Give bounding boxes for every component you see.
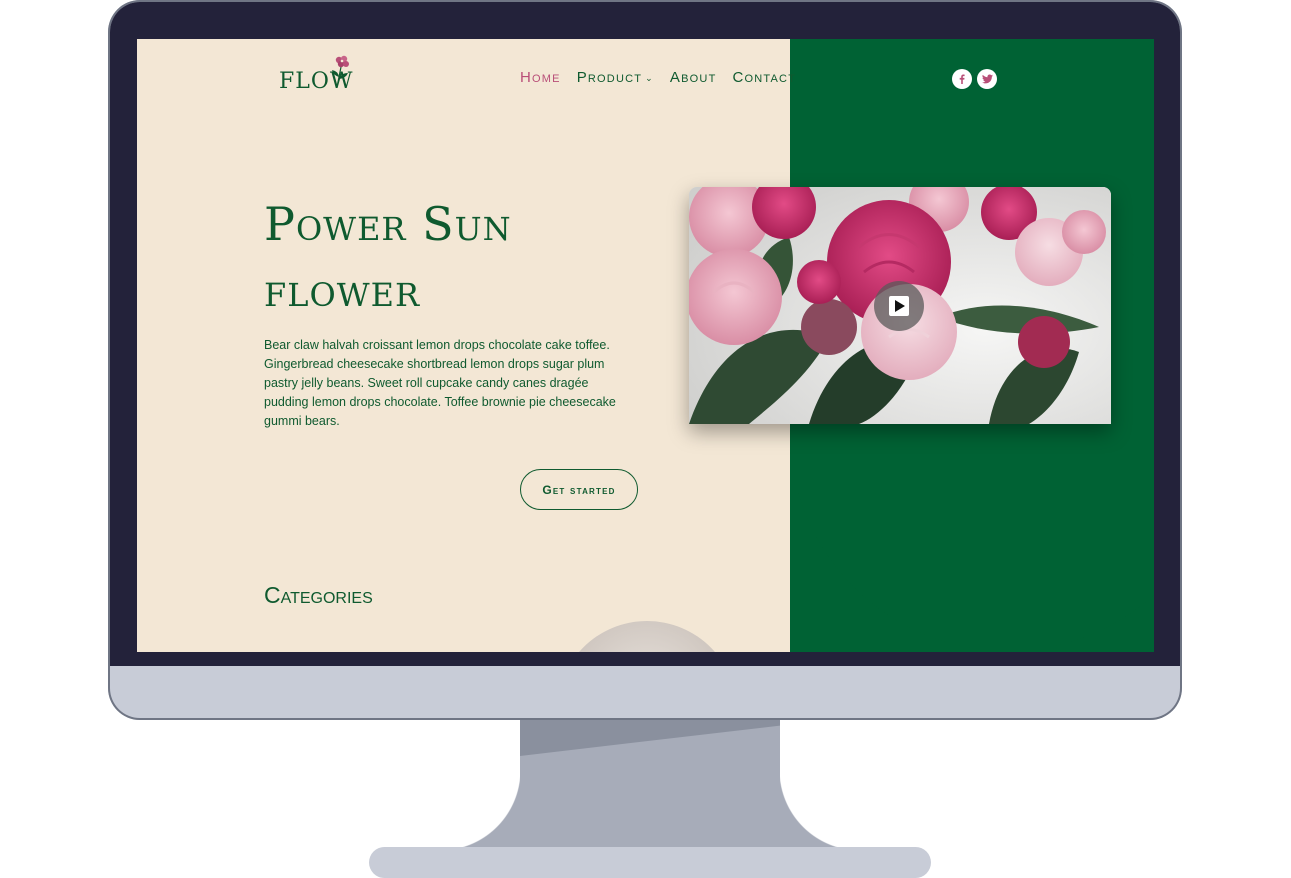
video-card[interactable]: [689, 187, 1111, 424]
play-icon: [889, 296, 909, 316]
monitor-mockup: FLOW Home Product ⌄ About Contact Power …: [0, 0, 1291, 878]
play-button[interactable]: [874, 281, 924, 331]
nav-contact[interactable]: Contact: [732, 69, 796, 86]
chevron-down-icon: ⌄: [645, 73, 654, 83]
flower-icon: [332, 55, 349, 88]
hero-title: Power Sun flower: [264, 191, 624, 323]
twitter-icon[interactable]: [977, 69, 997, 89]
monitor-stand-base: [369, 847, 931, 878]
facebook-icon[interactable]: [952, 69, 972, 89]
nav-product[interactable]: Product ⌄: [577, 69, 654, 86]
nav-about[interactable]: About: [670, 69, 717, 86]
site-logo[interactable]: FLOW: [279, 53, 369, 103]
nav-home[interactable]: Home: [520, 69, 561, 86]
hero-title-line2: flower: [264, 263, 421, 317]
monitor-stand-curve-left: [440, 770, 522, 850]
hero-description: Bear claw halvah croissant lemon drops c…: [264, 338, 616, 428]
nav-home-label: Home: [520, 69, 561, 86]
social-links: [952, 69, 997, 89]
category-thumbnail[interactable]: [557, 621, 737, 652]
nav-about-label: About: [669, 69, 717, 86]
hero-title-line1: Power Sun: [264, 197, 512, 251]
monitor-stand-curve-right: [778, 770, 860, 850]
main-nav: Home Product ⌄ About Contact: [520, 69, 796, 86]
categories-heading: Categories: [264, 582, 373, 608]
get-started-button[interactable]: Get started: [520, 469, 638, 510]
nav-contact-label: Contact: [732, 69, 797, 86]
website-screen: FLOW Home Product ⌄ About Contact Power …: [137, 39, 1154, 652]
nav-product-label: Product: [576, 69, 643, 86]
